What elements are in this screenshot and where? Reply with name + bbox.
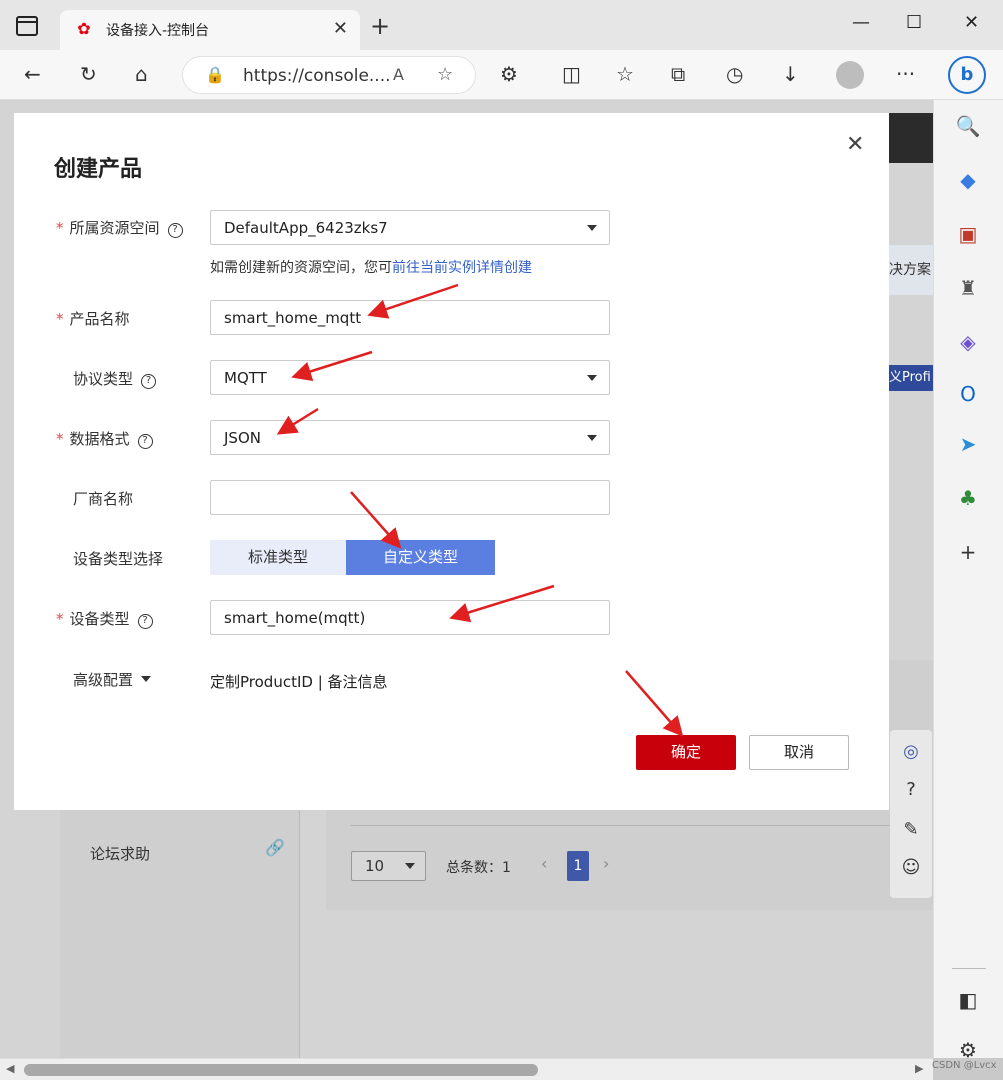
history-icon[interactable]: ◷: [726, 62, 743, 86]
external-link-icon: 🔗: [265, 838, 285, 857]
chevron-down-icon: [587, 435, 597, 441]
smiley-icon[interactable]: ☺: [899, 856, 923, 880]
protocol-value: MQTT: [224, 369, 267, 387]
customer-service-icon[interactable]: ◎: [899, 740, 923, 764]
advanced-config-summary: 定制ProductID | 备注信息: [210, 673, 388, 691]
prev-page-icon[interactable]: ‹: [541, 854, 547, 873]
page-size-select[interactable]: 10: [351, 851, 426, 881]
add-icon[interactable]: +: [954, 538, 982, 566]
data-format-value: JSON: [224, 429, 261, 447]
browser-sidebar: 🔍 ◆ ▣ ♜ ◈ O ➤ ♣ + ◧ ⚙: [933, 100, 1003, 1062]
scroll-left-icon[interactable]: ◀: [6, 1062, 14, 1075]
current-page-button[interactable]: 1: [567, 851, 589, 881]
divider: [350, 825, 890, 826]
tab-title: 设备接入-控制台: [106, 23, 210, 39]
watermark: CSDN @Lvcx: [932, 1060, 997, 1071]
resource-space-select[interactable]: DefaultApp_6423zks7: [210, 210, 610, 245]
next-page-icon[interactable]: ›: [603, 854, 609, 873]
tree-icon[interactable]: ♣: [954, 484, 982, 512]
protocol-label: 协议类型?: [73, 368, 157, 389]
add-favorite-icon[interactable]: ☆: [437, 64, 453, 85]
favorites-icon[interactable]: ☆: [616, 62, 634, 86]
device-type-select-label: 设备类型选择: [73, 550, 164, 568]
device-type-label: * 设备类型?: [56, 608, 153, 629]
profile-fragment: 义Profi: [889, 365, 933, 391]
browser-toolbar: ← ↻ ⌂ 🔒 https://console.... A ☆ ⚙ ◫ ☆ ⧉ …: [0, 50, 1003, 100]
home-icon[interactable]: ⌂: [135, 62, 148, 86]
protocol-select[interactable]: MQTT: [210, 360, 610, 395]
chevron-down-icon: [587, 225, 597, 231]
downloads-icon[interactable]: ↓: [782, 62, 799, 86]
more-menu-icon[interactable]: ···: [896, 62, 915, 86]
custom-type-option[interactable]: 自定义类型: [346, 540, 495, 575]
nav-forum-help[interactable]: 论坛求助: [90, 843, 150, 864]
profile-avatar[interactable]: [836, 61, 864, 89]
vendor-label: 厂商名称: [73, 490, 134, 508]
dialog-title: 创建产品: [54, 157, 143, 182]
read-aloud-icon[interactable]: A: [393, 65, 404, 84]
help-icon[interactable]: ?: [141, 374, 157, 389]
back-icon[interactable]: ←: [24, 62, 41, 86]
browser-tab[interactable]: ✿ 设备接入-控制台 ✕: [60, 10, 360, 50]
scroll-thumb[interactable]: [24, 1064, 538, 1076]
tab-close-icon[interactable]: ✕: [333, 18, 348, 39]
product-name-input[interactable]: smart_home_mqtt: [210, 300, 610, 335]
product-name-value: smart_home_mqtt: [224, 309, 362, 327]
help-icon[interactable]: ?: [137, 434, 153, 449]
collections-icon[interactable]: ⧉: [671, 62, 685, 86]
chevron-down-icon: [587, 375, 597, 381]
huawei-favicon-icon: ✿: [77, 19, 91, 38]
refresh-icon[interactable]: ↻: [80, 62, 97, 86]
help-icon[interactable]: ?: [899, 778, 923, 802]
lock-icon: 🔒: [205, 65, 225, 84]
telegram-icon[interactable]: ➤: [954, 430, 982, 458]
browser-tab-bar: ✿ 设备接入-控制台 ✕ + — ☐ ✕: [0, 0, 1003, 50]
resource-space-label: * 所属资源空间?: [56, 217, 183, 238]
feedback-icon[interactable]: ✎: [899, 818, 923, 842]
device-type-input[interactable]: smart_home(mqtt): [210, 600, 610, 635]
data-format-label: * 数据格式?: [56, 428, 153, 449]
product-name-label: * 产品名称: [56, 310, 130, 328]
search-icon[interactable]: 🔍: [954, 112, 982, 140]
tab-actions-icon[interactable]: [16, 16, 38, 36]
total-count: 总条数：1: [446, 860, 511, 876]
horizontal-scrollbar[interactable]: ◀ ▶: [0, 1058, 933, 1080]
device-type-value: smart_home(mqtt): [224, 609, 366, 627]
dialog-close-icon[interactable]: ✕: [846, 133, 864, 157]
maximize-icon[interactable]: ☐: [906, 12, 922, 33]
help-icon[interactable]: ?: [137, 614, 153, 629]
window-close-icon[interactable]: ✕: [964, 12, 979, 33]
resource-space-hint: 如需创建新的资源空间，您可前往当前实例详情创建: [210, 260, 532, 276]
shopping-tag-icon[interactable]: ◆: [954, 166, 982, 194]
page-size-value: 10: [365, 857, 385, 875]
address-bar[interactable]: 🔒 https://console.... A ☆: [182, 56, 476, 94]
office-icon[interactable]: ◈: [954, 328, 982, 356]
minimize-icon[interactable]: —: [852, 12, 870, 33]
cancel-button[interactable]: 取消: [749, 735, 849, 770]
resource-space-value: DefaultApp_6423zks7: [224, 219, 388, 237]
new-tab-button[interactable]: +: [370, 14, 390, 38]
solution-fragment: 决方案: [889, 245, 933, 295]
scroll-right-icon[interactable]: ▶: [915, 1062, 923, 1075]
sidebar-toggle-icon[interactable]: ◧: [954, 986, 982, 1014]
extensions-icon[interactable]: ⚙: [500, 62, 518, 86]
standard-type-option[interactable]: 标准类型: [210, 540, 346, 575]
chevron-down-icon: [405, 863, 415, 869]
split-screen-icon[interactable]: ◫: [562, 62, 581, 86]
advanced-config-toggle[interactable]: 高级配置: [73, 669, 152, 690]
create-product-dialog: 创建产品 ✕ * 所属资源空间? DefaultApp_6423zks7 如需创建…: [14, 113, 889, 810]
help-icon[interactable]: ?: [167, 223, 183, 238]
games-icon[interactable]: ♜: [954, 274, 982, 302]
vendor-input[interactable]: [210, 480, 610, 515]
caret-down-icon: [141, 676, 152, 682]
floating-tools: ◎ ? ✎ ☺: [890, 730, 932, 898]
data-format-select[interactable]: JSON: [210, 420, 610, 455]
url-text: https://console....: [243, 66, 391, 86]
confirm-button[interactable]: 确定: [636, 735, 736, 770]
outlook-icon[interactable]: O: [954, 380, 982, 408]
bing-icon[interactable]: b: [948, 56, 986, 94]
sidebar-divider: [952, 968, 986, 969]
tools-icon[interactable]: ▣: [954, 220, 982, 248]
create-resource-space-link[interactable]: 前往当前实例详情创建: [392, 260, 532, 276]
